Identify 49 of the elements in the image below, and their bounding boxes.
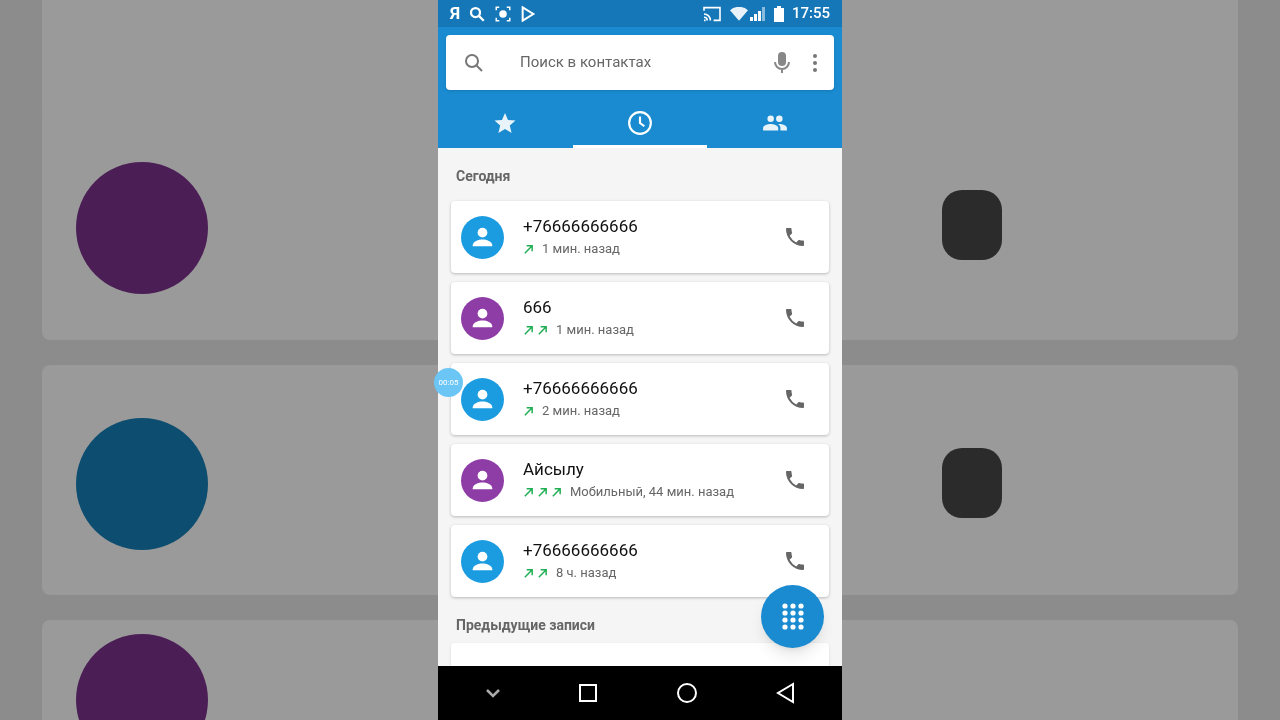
microphone-icon[interactable] (772, 50, 792, 75)
clock-icon (627, 109, 653, 136)
call-log-card[interactable]: +76666666666 8 ч. назад (451, 525, 829, 597)
outgoing-arrow-icon (551, 486, 562, 498)
call-log-card[interactable]: Айсылу Мобильный, 44 мин. назад (451, 444, 829, 516)
battery-icon (773, 5, 784, 22)
section-header: Сегодня (456, 167, 511, 185)
outgoing-arrow-icon (523, 243, 534, 255)
phone-icon[interactable] (783, 306, 807, 330)
cast-icon (701, 5, 722, 22)
contact-name: +76666666666 (523, 377, 639, 400)
app-glyph: Я (450, 1, 461, 25)
call-detail: 1 мин. назад (542, 240, 620, 259)
call-detail: Мобильный, 44 мин. назад (570, 483, 735, 502)
home-icon[interactable] (675, 682, 698, 704)
more-icon[interactable] (812, 52, 818, 73)
phone-icon[interactable] (783, 549, 807, 573)
chevron-down-icon[interactable] (484, 688, 501, 698)
call-log-card[interactable]: 666 1 мин. назад (451, 282, 829, 354)
outgoing-arrow-icon (523, 405, 534, 417)
contact-name: +76666666666 (523, 539, 639, 562)
recents-icon[interactable] (578, 683, 599, 703)
outgoing-arrow-icon (523, 324, 534, 336)
contact-name: +76666666666 (523, 215, 639, 238)
phone-icon[interactable] (783, 225, 807, 249)
play-icon (520, 5, 537, 22)
call-detail: 2 мин. назад (542, 402, 620, 421)
search-field[interactable]: Поиск в контактах (520, 51, 772, 74)
outgoing-arrow-icon (523, 486, 534, 498)
contact-name: Айсылу (523, 458, 585, 481)
wifi-icon (729, 6, 748, 21)
phone-icon[interactable] (783, 468, 807, 492)
search-bar[interactable]: Поиск в контактах (446, 35, 834, 90)
screenshot-icon (494, 4, 513, 23)
call-detail: 1 мин. назад (556, 321, 634, 340)
outgoing-arrow-icon (523, 567, 534, 579)
contact-name: 666 (523, 296, 553, 319)
outgoing-arrow-icon (537, 486, 548, 498)
outgoing-arrow-icon (537, 567, 548, 579)
call-log-card[interactable]: +76666666666 1 мин. назад (451, 201, 829, 273)
signal-icon (749, 6, 766, 21)
search-icon (468, 4, 487, 23)
section-header: Предыдущие записи (456, 616, 595, 634)
back-icon[interactable] (775, 682, 796, 704)
outgoing-arrow-icon (537, 324, 548, 336)
dialpad-icon (780, 602, 805, 631)
call-detail: 8 ч. назад (556, 564, 617, 583)
clock-time: 17:55 (791, 3, 830, 25)
phone-icon[interactable] (783, 387, 807, 411)
